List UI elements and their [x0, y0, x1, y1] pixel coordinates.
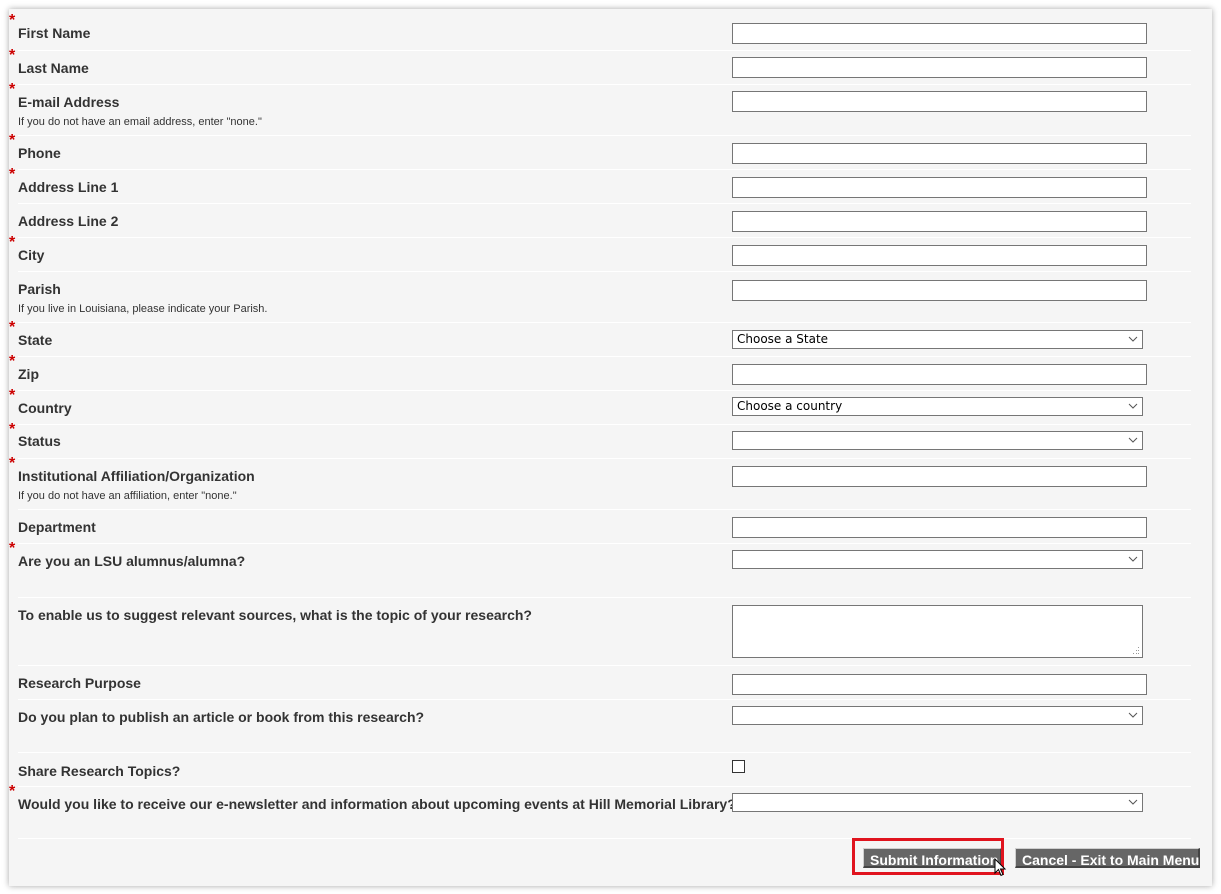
field-label: Department: [18, 519, 96, 535]
zip-input[interactable]: [732, 364, 1147, 385]
required-marker: *: [9, 132, 16, 149]
field-hint: If you live in Louisiana, please indicat…: [18, 303, 268, 315]
required-marker: *: [9, 783, 16, 800]
chevron-down-icon: [1128, 556, 1138, 562]
select-value: Choose a State: [737, 332, 829, 346]
form-row-email: * E-mail Address If you do not have an e…: [9, 81, 1191, 136]
field-label: Research Purpose: [18, 675, 141, 691]
field-label: Status: [18, 433, 61, 449]
last-name-input[interactable]: [732, 57, 1147, 78]
field-label: Are you an LSU alumnus/alumna?: [18, 553, 246, 569]
first-name-input[interactable]: [732, 23, 1147, 44]
form-row-address-line-1: * Address Line 1: [9, 166, 1191, 204]
status-select[interactable]: [732, 431, 1143, 450]
field-label: Do you plan to publish an article or boo…: [18, 709, 425, 725]
field-label: Phone: [18, 145, 61, 161]
form-row-city: * City: [9, 234, 1191, 272]
required-marker: *: [9, 12, 16, 29]
field-label: To enable us to suggest relevant sources…: [18, 607, 532, 623]
field-hint: If you do not have an affiliation, enter…: [18, 490, 237, 502]
form-row-status: * Status: [9, 421, 1191, 459]
field-label: State: [18, 332, 53, 348]
required-marker: *: [9, 387, 16, 404]
field-hint: If you do not have an email address, ent…: [18, 116, 262, 128]
field-label: Institutional Affiliation/Organization: [18, 468, 255, 484]
field-label: City: [18, 247, 45, 263]
phone-input[interactable]: [732, 143, 1147, 164]
form-row-parish: Parish If you live in Louisiana, please …: [18, 271, 1191, 323]
share-topics-checkbox[interactable]: [732, 760, 745, 773]
form-row-phone: * Phone: [9, 132, 1191, 170]
form-row-zip: * Zip: [9, 353, 1191, 391]
field-label: Share Research Topics?: [18, 763, 181, 779]
form-row-first-name: * First Name: [9, 12, 1191, 50]
field-label: Would you like to receive our e-newslett…: [18, 796, 736, 812]
chevron-down-icon: [1128, 712, 1138, 718]
city-input[interactable]: [732, 245, 1147, 266]
required-marker: *: [9, 47, 16, 64]
address-line-2-input[interactable]: [732, 211, 1147, 232]
form-row-country: * Country Choose a country: [9, 387, 1191, 425]
newsletter-select[interactable]: [732, 793, 1143, 812]
form-row-department: Department: [18, 509, 1191, 544]
chevron-down-icon: [1128, 437, 1138, 443]
required-marker: *: [9, 421, 16, 438]
field-label: Last Name: [18, 60, 89, 76]
form-row-affiliation: * Institutional Affiliation/Organization…: [9, 455, 1191, 510]
chevron-down-icon: [1128, 403, 1138, 409]
required-marker: *: [9, 81, 16, 98]
form-row-publish-plan: Do you plan to publish an article or boo…: [18, 699, 1191, 753]
select-value: Choose a country: [737, 399, 843, 413]
cancel-exit-button[interactable]: Cancel - Exit to Main Menu: [1015, 848, 1200, 868]
mouse-pointer-icon: [994, 858, 1007, 877]
state-select[interactable]: Choose a State: [732, 330, 1143, 349]
form-row-research-topic: To enable us to suggest relevant sources…: [18, 597, 1191, 666]
country-select[interactable]: Choose a country: [732, 397, 1143, 416]
chevron-down-icon: [1128, 799, 1138, 805]
affiliation-input[interactable]: [732, 466, 1147, 487]
chevron-down-icon: [1128, 336, 1138, 342]
field-label: E-mail Address: [18, 94, 120, 110]
email-input[interactable]: [732, 91, 1147, 112]
field-label: Zip: [18, 366, 39, 382]
form-row-last-name: * Last Name: [9, 47, 1191, 85]
form-row-lsu-alumnus: * Are you an LSU alumnus/alumna?: [9, 540, 1191, 598]
submit-highlight-box: [852, 838, 1004, 875]
form-row-state: * State Choose a State: [9, 319, 1191, 357]
required-marker: *: [9, 455, 16, 472]
field-label: Address Line 2: [18, 213, 119, 229]
resize-grip-icon[interactable]: [1132, 647, 1140, 655]
form-row-address-line-2: Address Line 2: [18, 203, 1191, 238]
research-purpose-input[interactable]: [732, 674, 1147, 695]
required-marker: *: [9, 540, 16, 557]
publish-plan-select[interactable]: [732, 706, 1143, 725]
actions-divider: [18, 838, 1191, 839]
field-label: Address Line 1: [18, 179, 119, 195]
required-marker: *: [9, 319, 16, 336]
research-topic-textarea[interactable]: [732, 605, 1143, 658]
required-marker: *: [9, 234, 16, 251]
field-label: Country: [18, 400, 72, 416]
form-row-research-purpose: Research Purpose: [18, 665, 1191, 700]
required-marker: *: [9, 353, 16, 370]
field-label: First Name: [18, 25, 91, 41]
form-row-share-topics: Share Research Topics?: [18, 752, 1191, 787]
required-marker: *: [9, 166, 16, 183]
address-line-1-input[interactable]: [732, 177, 1147, 198]
form-row-newsletter: * Would you like to receive our e-newsle…: [9, 783, 1191, 839]
parish-input[interactable]: [732, 280, 1147, 301]
lsu-alumnus-select[interactable]: [732, 550, 1143, 569]
field-label: Parish: [18, 281, 61, 297]
department-input[interactable]: [732, 517, 1147, 538]
